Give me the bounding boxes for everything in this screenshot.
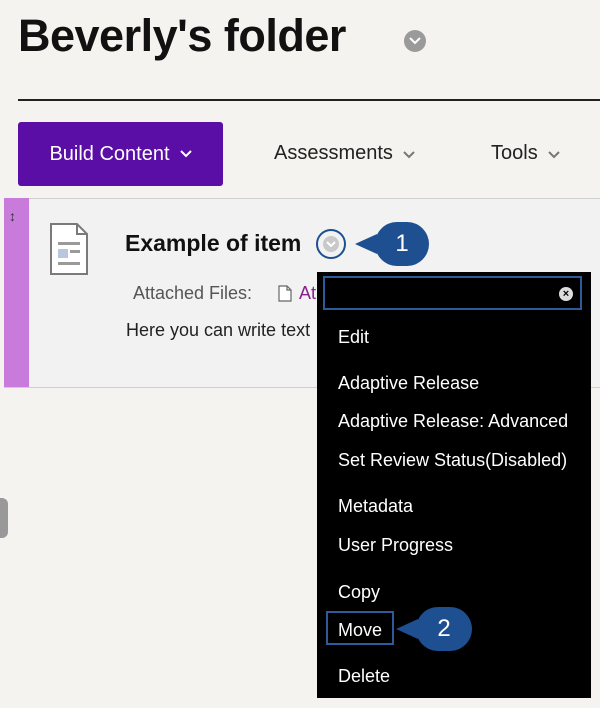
drag-strip[interactable] [4,198,29,387]
attached-file-link[interactable]: At [299,283,316,304]
callout-number: 1 [395,230,409,257]
page-title: Beverly's folder [18,10,346,61]
assessments-menu[interactable]: Assessments [274,142,415,165]
title-options-chevron-icon[interactable] [404,30,426,52]
item-options-chevron-icon[interactable] [316,229,346,259]
item-title[interactable]: Example of item [125,230,301,257]
title-divider [18,99,600,101]
build-content-button[interactable]: Build Content [18,122,223,186]
assessments-label: Assessments [274,142,393,164]
tools-label: Tools [491,142,538,164]
item-description: Here you can write text [126,320,311,340]
chevron-down-icon [326,241,336,247]
chevron-down-icon [403,151,415,159]
clear-icon[interactable]: × [559,287,573,301]
menu-item-adaptive-release[interactable]: Adaptive Release [338,373,479,394]
menu-item-metadata[interactable]: Metadata [338,496,413,517]
file-icon [278,285,292,307]
callout-pointer [396,619,418,639]
menu-item-copy[interactable]: Copy [338,582,380,603]
callout-pointer [355,234,377,254]
tools-menu[interactable]: Tools [491,142,560,165]
drag-handle-icon[interactable]: ↕ [9,208,16,224]
move-highlight [326,611,394,645]
side-panel-toggle[interactable] [0,498,8,538]
chevron-down-icon [179,150,192,158]
callout-number: 2 [437,615,451,642]
document-icon [49,222,89,281]
menu-search-input[interactable]: × [323,276,582,310]
menu-item-delete[interactable]: Delete [338,666,390,687]
menu-item-set-review-status[interactable]: Set Review Status(Disabled) [338,450,567,471]
callout-step-2: 2 [396,607,472,651]
callout-step-1: 1 [355,222,429,266]
menu-item-edit[interactable]: Edit [338,327,369,348]
menu-item-user-progress[interactable]: User Progress [338,535,453,556]
build-content-label: Build Content [49,142,170,165]
attached-files-label: Attached Files: [133,283,253,303]
chevron-down-icon [547,151,560,159]
menu-item-adaptive-release-advanced[interactable]: Adaptive Release: Advanced [338,411,568,432]
